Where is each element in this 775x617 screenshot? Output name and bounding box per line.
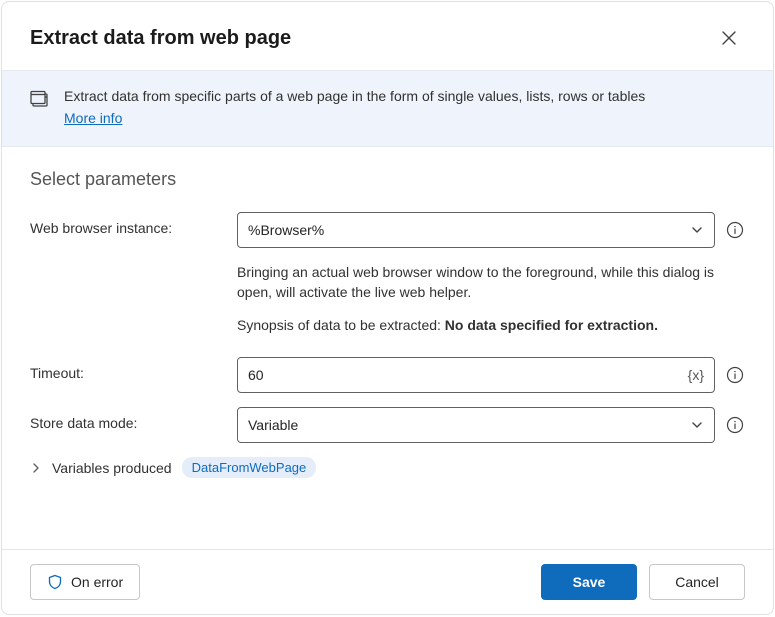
row-timeout: Timeout: 60 {x} — [30, 357, 745, 393]
dialog-header: Extract data from web page — [2, 2, 773, 70]
store-mode-select-value: Variable — [248, 417, 298, 433]
close-icon — [722, 31, 736, 45]
banner-description: Extract data from specific parts of a we… — [64, 88, 645, 104]
variables-expand-toggle[interactable] — [30, 462, 42, 474]
info-icon — [726, 221, 744, 239]
dialog-title: Extract data from web page — [30, 27, 713, 50]
browser-helper: Bringing an actual web browser window to… — [237, 262, 745, 335]
synopsis-prefix: Synopsis of data to be extracted: — [237, 317, 445, 333]
synopsis-bold: No data specified for extraction. — [445, 317, 658, 333]
info-icon — [726, 416, 744, 434]
more-info-link[interactable]: More info — [64, 109, 122, 129]
synopsis-line: Synopsis of data to be extracted: No dat… — [237, 315, 745, 335]
banner-text: Extract data from specific parts of a we… — [64, 87, 645, 128]
info-button-store-mode[interactable] — [725, 415, 745, 435]
chevron-right-icon — [30, 462, 42, 474]
info-icon — [726, 366, 744, 384]
browser-helper-line1: Bringing an actual web browser window to… — [237, 262, 745, 303]
label-web-browser: Web browser instance: — [30, 212, 225, 236]
timeout-input[interactable]: 60 {x} — [237, 357, 715, 393]
variable-pill[interactable]: DataFromWebPage — [182, 457, 317, 478]
variable-token-icon[interactable]: {x} — [688, 367, 704, 383]
variables-label: Variables produced — [52, 460, 172, 476]
variables-produced-row: Variables produced DataFromWebPage — [30, 457, 745, 478]
row-store-mode: Store data mode: Variable — [30, 407, 745, 443]
info-button-timeout[interactable] — [725, 365, 745, 385]
dialog-footer: On error Save Cancel — [2, 549, 773, 614]
on-error-button[interactable]: On error — [30, 564, 140, 600]
cancel-button[interactable]: Cancel — [649, 564, 745, 600]
label-store-mode: Store data mode: — [30, 407, 225, 431]
info-button-browser[interactable] — [725, 220, 745, 240]
save-button[interactable]: Save — [541, 564, 637, 600]
dialog: Extract data from web page Extract data … — [1, 1, 774, 615]
shield-icon — [47, 574, 63, 590]
store-mode-select[interactable]: Variable — [237, 407, 715, 443]
info-banner: Extract data from specific parts of a we… — [2, 70, 773, 147]
section-title: Select parameters — [30, 169, 745, 190]
web-browser-select[interactable]: %Browser% — [237, 212, 715, 248]
on-error-label: On error — [71, 574, 123, 590]
dialog-body: Select parameters Web browser instance: … — [2, 147, 773, 549]
chevron-down-icon — [690, 418, 704, 432]
save-label: Save — [573, 574, 606, 590]
cancel-label: Cancel — [675, 574, 719, 590]
web-browser-select-value: %Browser% — [248, 222, 324, 238]
label-timeout: Timeout: — [30, 357, 225, 381]
row-web-browser: Web browser instance: %Browser% Bringing… — [30, 212, 745, 335]
timeout-value: 60 — [248, 367, 264, 383]
browser-extract-icon — [30, 89, 50, 128]
chevron-down-icon — [690, 223, 704, 237]
close-button[interactable] — [713, 22, 745, 54]
